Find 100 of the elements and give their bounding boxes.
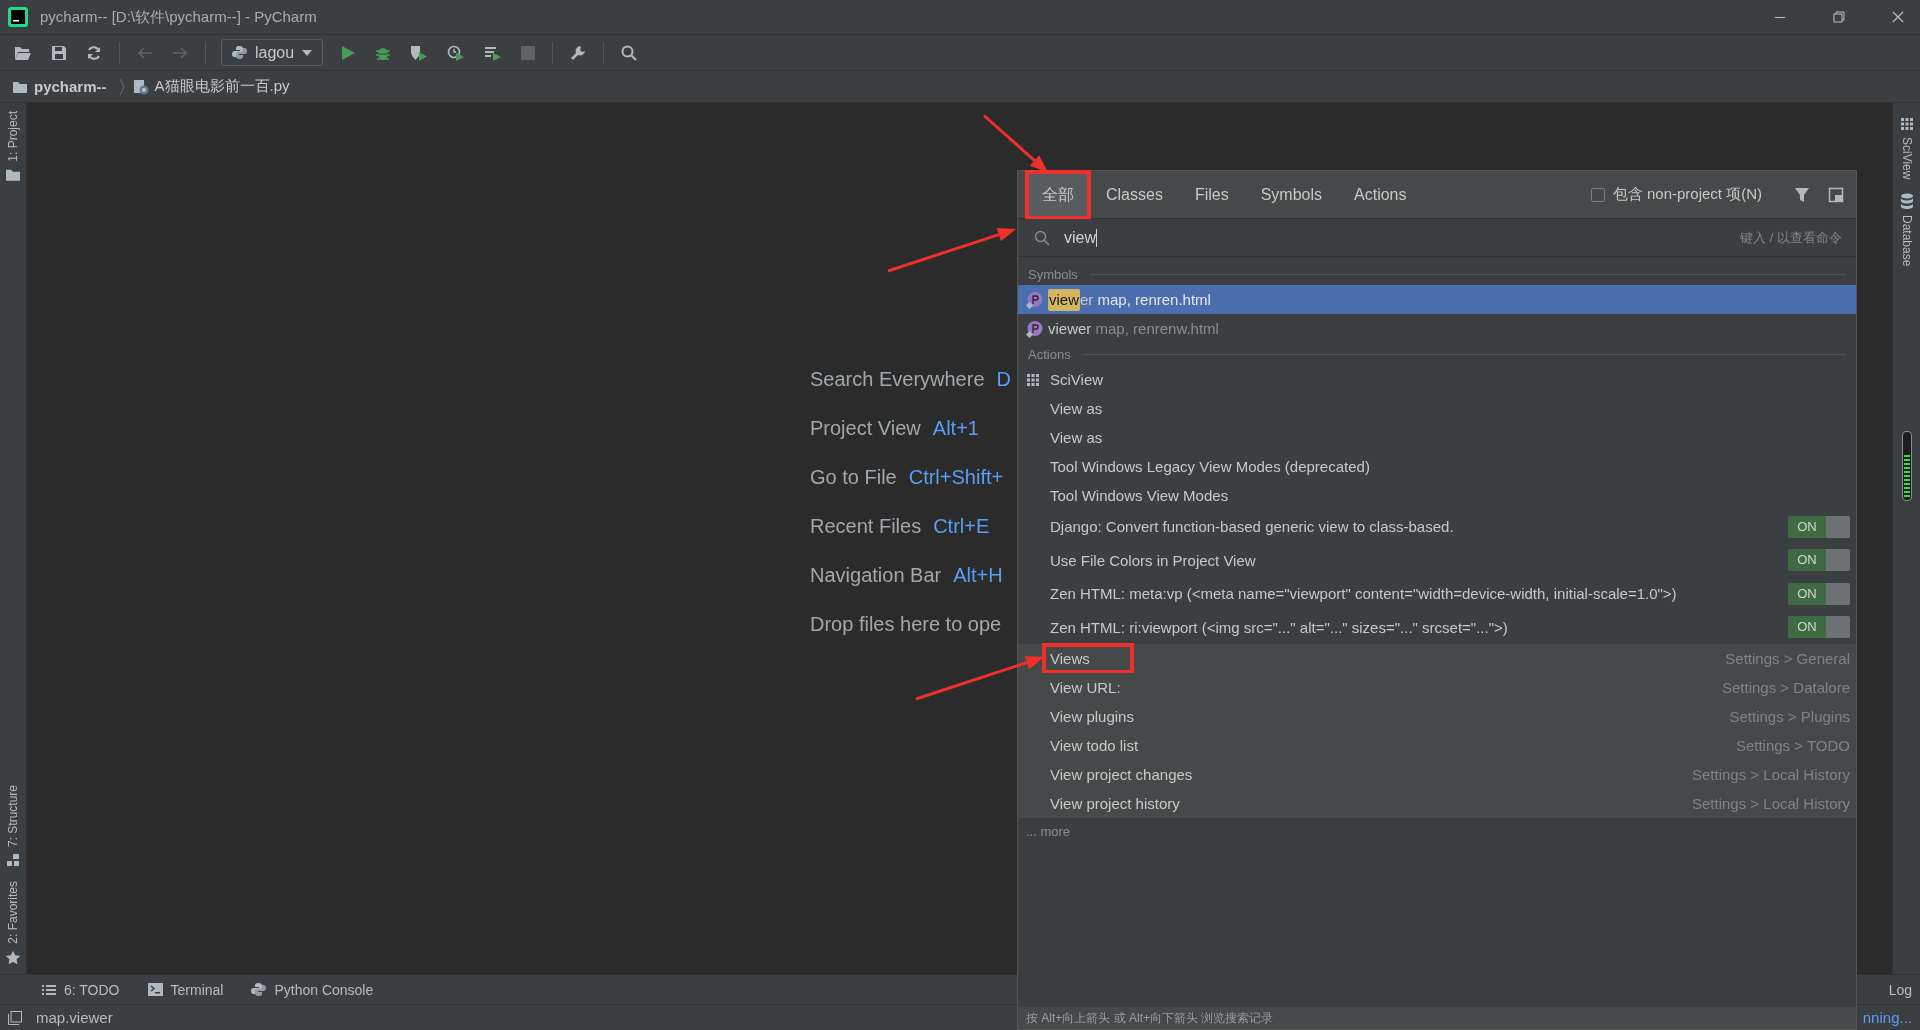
result-row[interactable]: View todo list Settings > TODO xyxy=(1018,731,1856,760)
python-icon xyxy=(232,45,247,60)
panel-toggle-icon[interactable] xyxy=(8,1010,22,1025)
run-configuration-dropdown[interactable]: lagou xyxy=(221,39,324,66)
settings-path: Settings > Local History xyxy=(1692,766,1850,783)
folder-icon xyxy=(5,167,21,182)
window-title: pycharm-- [D:\软件\pycharm--] - PyCharm xyxy=(40,7,317,27)
progress-text[interactable]: nning... xyxy=(1862,1009,1912,1026)
list-icon xyxy=(42,983,56,996)
terminal-icon xyxy=(147,983,163,996)
tab[interactable]: Files xyxy=(1180,174,1243,215)
result-text: View URL: xyxy=(1050,679,1121,696)
property-icon xyxy=(1026,319,1044,338)
settings-path: Settings > TODO xyxy=(1735,737,1850,754)
result-row[interactable]: View as xyxy=(1018,423,1856,452)
result-row[interactable]: viewer map, renren.html xyxy=(1018,285,1856,314)
tool-window-tab[interactable]: Python Console xyxy=(251,981,374,998)
folder-icon xyxy=(12,79,28,94)
tab[interactable]: 全部 xyxy=(1028,172,1088,217)
checkbox[interactable] xyxy=(1590,187,1605,202)
toggle-switch[interactable]: ON xyxy=(1788,515,1850,538)
tab[interactable]: Symbols xyxy=(1246,174,1337,215)
result-text: Use File Colors in Project View xyxy=(1050,551,1256,569)
grid-icon xyxy=(1899,117,1914,131)
tool-window-tab[interactable]: Database xyxy=(1899,193,1914,267)
tool-window-tab[interactable]: 1: Project xyxy=(5,111,21,182)
result-text: Tool Windows View Modes xyxy=(1050,487,1229,504)
shortcut-text: Ctrl+E xyxy=(933,514,990,538)
result-text: Zen HTML: ri:viewport (<img src="..." alt="..." sizes="..." srcset="...">) xyxy=(1050,618,1508,636)
chevron-icon xyxy=(118,77,125,96)
shortcut-text: Alt+1 xyxy=(932,416,979,440)
welcome-hint: Drop files here to ope xyxy=(810,612,1002,636)
welcome-hint: Project View xyxy=(810,416,921,440)
shield-run-icon[interactable] xyxy=(410,44,429,61)
result-text: Zen HTML: meta:vp (<meta name="viewport" content="width=device-width, initial-scale=1.0">) xyxy=(1050,585,1677,603)
result-row[interactable]: Views Settings > General xyxy=(1018,644,1856,673)
result-row[interactable]: View as xyxy=(1018,394,1856,423)
result-row[interactable]: SciView xyxy=(1018,365,1856,394)
result-text: View todo list xyxy=(1050,737,1139,754)
tool-window-tab[interactable]: 2: Favorites xyxy=(5,881,21,966)
tool-window-tab[interactable]: 7: Structure xyxy=(6,785,20,868)
sync-icon[interactable] xyxy=(86,44,102,61)
list-run-icon[interactable] xyxy=(484,44,503,61)
result-text: View plugins xyxy=(1050,708,1134,725)
open-folder-icon[interactable] xyxy=(14,44,32,61)
checkbox-label[interactable]: 包含 non-project 项(N) xyxy=(1612,185,1762,204)
result-row[interactable]: Use File Colors in Project View ON xyxy=(1018,543,1856,577)
tool-window-tab[interactable]: 6: TODO xyxy=(42,981,120,998)
result-text: viewer map, renrenw.html xyxy=(1048,320,1219,337)
result-row[interactable]: View project changes Settings > Local History xyxy=(1018,760,1856,789)
tool-window-tab[interactable]: SciView xyxy=(1899,117,1914,180)
memory-indicator[interactable] xyxy=(1901,430,1912,501)
result-text: Tool Windows Legacy View Modes (deprecated) xyxy=(1050,458,1370,475)
shortcut-text: D xyxy=(996,367,1011,391)
welcome-hint: Go to File xyxy=(810,465,897,489)
search-icon[interactable] xyxy=(621,44,638,61)
tool-window-tab[interactable]: Terminal xyxy=(147,981,224,998)
result-text: viewer map, renren.html xyxy=(1048,288,1211,311)
section-header: Actions xyxy=(1028,346,1071,362)
result-row[interactable]: View project history Settings > Local History xyxy=(1018,789,1856,818)
result-row[interactable]: Zen HTML: meta:vp (<meta name="viewport" content="width=device-width, initial-scale=1.0">) ON xyxy=(1018,577,1856,611)
tab[interactable]: Actions xyxy=(1340,174,1421,215)
result-row[interactable]: Django: Convert function-based generic view to class-based. ON xyxy=(1018,510,1856,544)
close-icon[interactable] xyxy=(1892,11,1904,23)
wrench-icon[interactable] xyxy=(570,44,587,61)
run-icon[interactable] xyxy=(340,44,357,61)
tool-window-tab[interactable]: Log xyxy=(1888,981,1912,998)
shortcut-text: Ctrl+Shift+ xyxy=(908,465,1004,489)
settings-path: Settings > Plugins xyxy=(1729,708,1850,725)
hint-text: 按 Alt+向上箭头 或 Alt+向下箭头 浏览搜索记录 xyxy=(1018,1007,1856,1029)
app-logo-icon xyxy=(8,7,28,27)
settings-path: Settings > General xyxy=(1725,650,1850,667)
more-link[interactable]: ... more xyxy=(1018,818,1856,845)
welcome-hint: Navigation Bar xyxy=(810,563,942,587)
clock-run-icon[interactable] xyxy=(447,44,466,61)
toggle-switch[interactable]: ON xyxy=(1788,582,1850,605)
toggle-switch[interactable]: ON xyxy=(1788,549,1850,572)
python-icon xyxy=(251,982,267,997)
result-text: Django: Convert function-based generic view to class-based. xyxy=(1050,518,1454,536)
restore-icon[interactable] xyxy=(1833,11,1845,23)
result-row[interactable]: View plugins Settings > Plugins xyxy=(1018,702,1856,731)
result-text: View as xyxy=(1050,400,1103,417)
breadcrumb-item[interactable]: pycharm-- xyxy=(34,78,107,95)
result-row[interactable]: Zen HTML: ri:viewport (<img src="..." alt="..." sizes="..." srcset="...">) ON xyxy=(1018,610,1856,644)
result-row[interactable]: Tool Windows View Modes xyxy=(1018,481,1856,510)
result-row[interactable]: Tool Windows Legacy View Modes (deprecated) xyxy=(1018,452,1856,481)
toggle-switch[interactable]: ON xyxy=(1788,616,1850,639)
grid-icon xyxy=(1026,372,1040,387)
save-icon[interactable] xyxy=(51,44,67,61)
result-text: View project history xyxy=(1050,795,1180,812)
result-text: View project changes xyxy=(1050,766,1193,783)
result-row[interactable]: View URL: Settings > Datalore xyxy=(1018,673,1856,702)
status-message: map.viewer xyxy=(36,1009,113,1026)
breadcrumb-item[interactable]: A猫眼电影前一百.py xyxy=(154,77,290,96)
filter-icon[interactable] xyxy=(1794,186,1810,203)
structure-icon xyxy=(6,853,20,868)
pin-window-icon[interactable] xyxy=(1828,186,1844,203)
tab[interactable]: Classes xyxy=(1092,174,1177,215)
database-icon xyxy=(1899,193,1914,210)
result-row[interactable]: viewer map, renrenw.html xyxy=(1018,314,1856,343)
